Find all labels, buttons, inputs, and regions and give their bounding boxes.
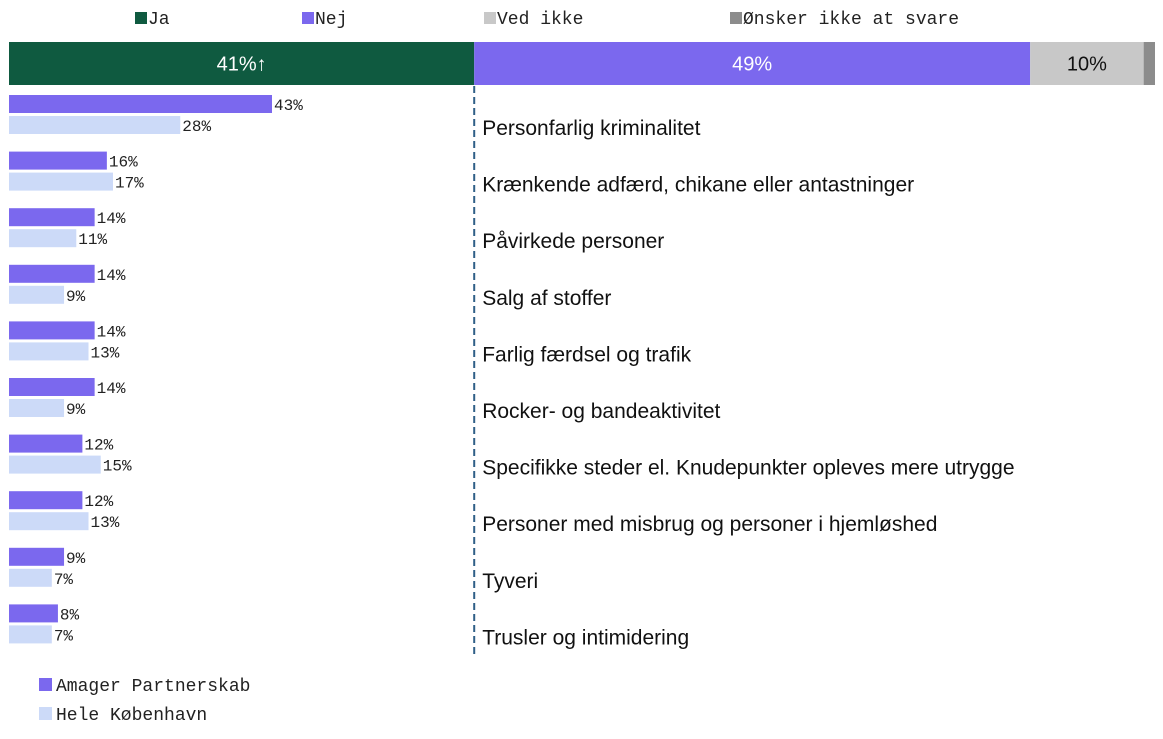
category-row: 9% 7% Tyveri: [9, 547, 538, 593]
category-row: 12% 15% Specifikke steder el. Knudepunkter…: [9, 434, 1015, 480]
bar-amager: [9, 208, 95, 227]
category-row: 14% 9% Salg af stoffer: [9, 264, 611, 310]
bar-hele_kbh: [9, 342, 89, 361]
legend-swatch-nej: [302, 12, 314, 24]
category-row: 14% 13% Farlig færdsel og trafik: [9, 321, 692, 366]
data-label-amager: 12%: [84, 437, 113, 455]
legend-label-onsker_ikke: Ønsker ikke at svare: [743, 10, 959, 30]
bar-amager: [9, 264, 95, 283]
bar-amager: [9, 491, 83, 510]
data-label-amager: 14%: [97, 267, 126, 285]
category-label: Farlig færdsel og trafik: [482, 343, 691, 366]
category-row: 14% 11% Påvirkede personer: [9, 208, 664, 253]
data-label-hele_kbh: 13%: [91, 514, 120, 532]
bar-amager: [9, 378, 95, 396]
bar-hele_kbh: [9, 285, 65, 304]
bar-amager: [9, 547, 65, 566]
chart: Ja Nej Ved ikke Ønsker ikke at svare 41%↑ 49…: [9, 10, 1155, 726]
category-bars: 43% 28% Personfarlig kriminalitet 16% 17% Kræ…: [9, 95, 1015, 649]
bar-hele_kbh: [9, 399, 65, 417]
top-legend: Ja Nej Ved ikke Ønsker ikke at svare: [135, 10, 959, 30]
legend-swatch-onsker_ikke: [730, 12, 742, 24]
bar-amager: [9, 95, 272, 113]
legend-swatch-amager: [39, 678, 52, 691]
category-row: 8% 7% Trusler og intimidering: [9, 604, 689, 649]
category-label: Specifikke steder el. Knudepunkter oplev…: [482, 457, 1014, 480]
data-label-hele_kbh: 13%: [91, 344, 120, 362]
category-label: Rocker- og bandeaktivitet: [482, 400, 720, 423]
category-label: Trusler og intimidering: [482, 626, 689, 649]
bar-amager: [9, 604, 58, 623]
category-label: Salg af stoffer: [482, 287, 611, 310]
data-label-hele_kbh: 15%: [103, 458, 132, 476]
data-label-amager: 43%: [274, 97, 303, 115]
category-label: Personfarlig kriminalitet: [482, 117, 700, 140]
legend-swatch-hele_kbh: [39, 707, 52, 720]
bar-amager: [9, 434, 83, 453]
legend-label-hele_kbh: Hele København: [56, 706, 207, 726]
segment-onsker_ikke: [1143, 42, 1155, 85]
data-label-hele_kbh: 28%: [182, 118, 211, 136]
bar-hele_kbh: [9, 512, 89, 531]
category-label: Tyveri: [482, 570, 538, 593]
data-label-amager: 16%: [109, 154, 138, 172]
bottom-legend: Amager Partnerskab Hele København: [39, 677, 250, 726]
category-row: 43% 28% Personfarlig kriminalitet: [9, 95, 701, 140]
category-row: 14% 9% Rocker- og bandeaktivitet: [9, 378, 720, 423]
category-label: Krænkende adfærd, chikane eller antastni…: [482, 174, 914, 197]
data-label-hele_kbh: 9%: [66, 401, 86, 419]
data-label-hele_kbh: 7%: [54, 571, 74, 589]
bar-amager: [9, 321, 95, 340]
data-label-amager: 14%: [97, 380, 126, 398]
legend-label-ja: Ja: [148, 10, 170, 30]
data-label-hele_kbh: 11%: [78, 231, 107, 249]
legend-label-amager: Amager Partnerskab: [56, 677, 250, 697]
category-label: Personer med misbrug og personer i hjeml…: [482, 513, 937, 536]
segment-label-ja: 41%↑: [217, 54, 267, 76]
bar-hele_kbh: [9, 172, 113, 191]
legend-label-ved_ikke: Ved ikke: [497, 10, 583, 30]
legend-swatch-ja: [135, 12, 147, 24]
legend-swatch-ved_ikke: [484, 12, 496, 24]
bar-hele_kbh: [9, 455, 101, 474]
category-label: Påvirkede personer: [482, 230, 664, 253]
data-label-amager: 12%: [84, 493, 113, 511]
stacked-response-bar: 41%↑ 49% 10%: [9, 42, 1155, 85]
segment-label-nej: 49%: [732, 54, 772, 76]
category-row: 16% 17% Krænkende adfærd, chikane eller an…: [9, 151, 914, 197]
bar-amager: [9, 151, 107, 170]
legend-label-nej: Nej: [315, 10, 347, 30]
bar-hele_kbh: [9, 116, 181, 134]
bar-hele_kbh: [9, 568, 52, 587]
data-label-hele_kbh: 17%: [115, 175, 144, 193]
data-label-amager: 8%: [60, 606, 80, 624]
data-label-hele_kbh: 7%: [54, 627, 74, 645]
bar-hele_kbh: [9, 229, 77, 248]
data-label-amager: 14%: [97, 210, 126, 228]
segment-label-ved_ikke: 10%: [1067, 54, 1107, 76]
data-label-hele_kbh: 9%: [66, 288, 86, 306]
data-label-amager: 14%: [97, 323, 126, 341]
bar-hele_kbh: [9, 625, 52, 644]
data-label-amager: 9%: [66, 550, 86, 568]
